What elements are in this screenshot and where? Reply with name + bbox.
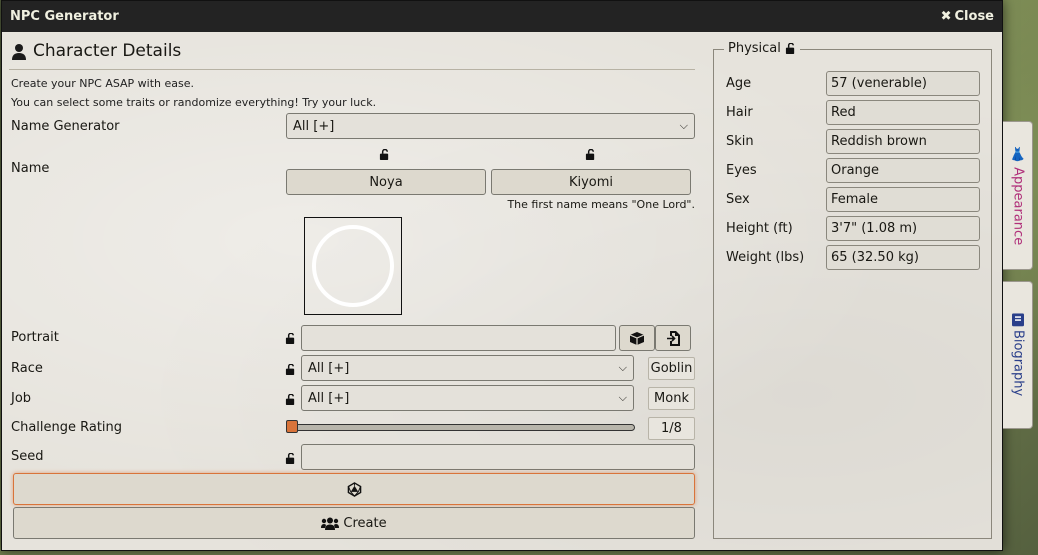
tab-biography[interactable]: Biography [1003,281,1033,429]
appearance-icon: 👗 [1009,146,1026,162]
race-unlock-icon[interactable] [285,364,296,375]
name-label: Name [11,161,50,176]
race-result: Goblin [648,357,695,380]
file-import-icon [666,330,680,346]
physical-label: Eyes [726,163,757,178]
name-generator-label: Name Generator [11,119,120,134]
physical-label: Sex [726,192,750,207]
hint-line-1: Create your NPC ASAP with ease. [11,77,195,90]
physical-value: Female [826,187,980,212]
name-generator-value: All [+] [293,118,335,134]
physical-label: Height (ft) [726,221,793,236]
race-label: Race [11,361,43,376]
token-icon [629,331,645,345]
job-label: Job [11,391,32,406]
physical-label: Hair [726,105,753,120]
physical-value: 57 (venerable) [826,71,980,96]
close-button[interactable]: ✖ Close [941,9,994,24]
challenge-rating-value: 1/8 [648,417,695,440]
users-icon [321,517,340,530]
challenge-rating-slider-handle[interactable] [286,420,298,433]
user-icon [12,43,26,60]
chevron-down-icon: ⌵ [618,391,627,404]
physical-unlock-icon[interactable] [785,43,796,54]
physical-fieldset: Physical Age 57 (venerable) Hair Red Ski… [713,41,992,539]
first-name-lock-icon[interactable] [379,149,390,160]
physical-legend: Physical [724,41,800,56]
tab-biography-content: Biography [1010,313,1025,397]
tab-appearance[interactable]: 👗 Appearance [1003,121,1033,270]
physical-label: Age [726,76,752,91]
book-icon [1011,313,1024,327]
seed-unlock-icon[interactable] [285,453,296,464]
randomize-button[interactable] [13,473,695,505]
tab-appearance-label: Appearance [1010,166,1025,245]
challenge-rating-slider-track[interactable] [286,420,635,433]
seed-input[interactable] [301,444,695,470]
challenge-rating-label: Challenge Rating [11,420,123,435]
job-select-value: All [+] [308,390,350,406]
job-unlock-icon[interactable] [285,394,296,405]
physical-value: 3'7" (1.08 m) [826,216,980,241]
first-name-button[interactable]: Noya [286,169,486,195]
character-details-section: Character Details Create your NPC ASAP w… [9,33,695,539]
create-label: Create [343,515,387,531]
physical-label: Skin [726,134,754,149]
physical-value: Red [826,100,980,125]
hint-line-2: You can select some traits or randomize … [11,96,377,109]
last-name-button[interactable]: Kiyomi [491,169,691,195]
window-content: Character Details Create your NPC ASAP w… [2,33,1002,550]
physical-label: Weight (lbs) [726,250,805,265]
import-portrait-button[interactable] [655,325,691,351]
portrait-input[interactable] [301,325,616,351]
window-titlebar: NPC Generator ✖ Close [2,1,1002,32]
tab-biography-label: Biography [1010,329,1025,397]
close-x-icon: ✖ [940,9,952,24]
portrait-preview[interactable] [304,217,402,315]
close-label: Close [954,9,994,24]
physical-value: 65 (32.50 kg) [826,245,980,270]
npc-generator-window: NPC Generator ✖ Close Character Details … [1,0,1003,551]
token-button[interactable] [619,325,655,351]
portrait-label: Portrait [11,330,59,345]
physical-legend-text: Physical [728,41,781,56]
create-button[interactable]: Create [13,507,695,539]
portrait-placeholder-circle [312,225,394,307]
window-title: NPC Generator [10,9,119,24]
physical-value: Orange [826,158,980,183]
race-select-value: All [+] [308,360,350,376]
job-select[interactable]: All [+] ⌵ [301,385,634,411]
name-meaning-text: The first name means "One Lord". [507,198,695,211]
race-select[interactable]: All [+] ⌵ [301,355,634,381]
physical-value: Reddish brown [826,129,980,154]
dice-icon [347,481,361,497]
name-generator-select[interactable]: All [+] ⌵ [286,113,695,139]
chevron-down-icon: ⌵ [679,119,688,132]
section-title: Character Details [33,41,182,61]
last-name-lock-icon[interactable] [585,149,596,160]
portrait-unlock-icon[interactable] [285,333,296,344]
tab-appearance-content: 👗 Appearance [1009,146,1026,245]
seed-label: Seed [11,449,44,464]
section-header: Character Details [9,33,695,70]
chevron-down-icon: ⌵ [618,361,627,374]
job-result: Monk [648,387,695,410]
